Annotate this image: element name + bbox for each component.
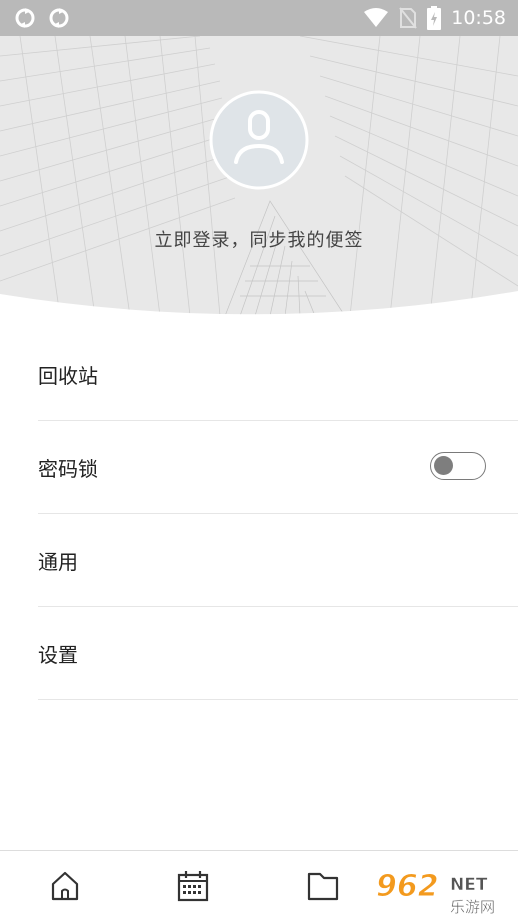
menu-item-label: 设置 bbox=[38, 643, 78, 667]
menu-item-general[interactable]: 通用 bbox=[38, 514, 518, 607]
menu-item-recycle-bin[interactable]: 回收站 bbox=[38, 328, 518, 421]
menu-item-label: 通用 bbox=[38, 550, 78, 574]
menu-item-label: 密码锁 bbox=[38, 457, 98, 481]
folder-icon[interactable] bbox=[306, 869, 340, 903]
wifi-icon bbox=[364, 8, 389, 27]
password-lock-toggle[interactable] bbox=[430, 452, 486, 480]
battery-charging-icon bbox=[427, 6, 442, 30]
toggle-knob bbox=[434, 456, 453, 475]
sync-icon bbox=[49, 8, 69, 28]
login-prompt-link[interactable]: 立即登录，同步我的便签 bbox=[0, 226, 518, 252]
avatar[interactable] bbox=[209, 90, 309, 190]
calendar-icon[interactable] bbox=[176, 869, 210, 903]
status-bar-time: 10:58 bbox=[451, 7, 506, 29]
watermark-brand: 962 bbox=[376, 869, 439, 904]
home-icon[interactable] bbox=[48, 869, 82, 903]
site-watermark-logo: 962 NET 乐游网 bbox=[376, 869, 496, 917]
no-sim-icon bbox=[399, 7, 418, 29]
menu-item-label: 回收站 bbox=[38, 364, 98, 388]
status-bar-notifications bbox=[14, 7, 70, 29]
menu-item-password-lock[interactable]: 密码锁 bbox=[38, 421, 518, 514]
menu-item-settings[interactable]: 设置 bbox=[38, 607, 518, 700]
settings-menu: 回收站 密码锁 通用 设置 bbox=[0, 328, 518, 700]
watermark-subtitle: 乐游网 bbox=[450, 898, 495, 916]
profile-header: 立即登录，同步我的便签 bbox=[0, 36, 518, 316]
sync-icon bbox=[15, 8, 35, 28]
watermark-suffix: NET bbox=[450, 875, 488, 895]
status-bar-system: 10:58 bbox=[363, 0, 506, 36]
status-bar: 10:58 bbox=[0, 0, 518, 36]
